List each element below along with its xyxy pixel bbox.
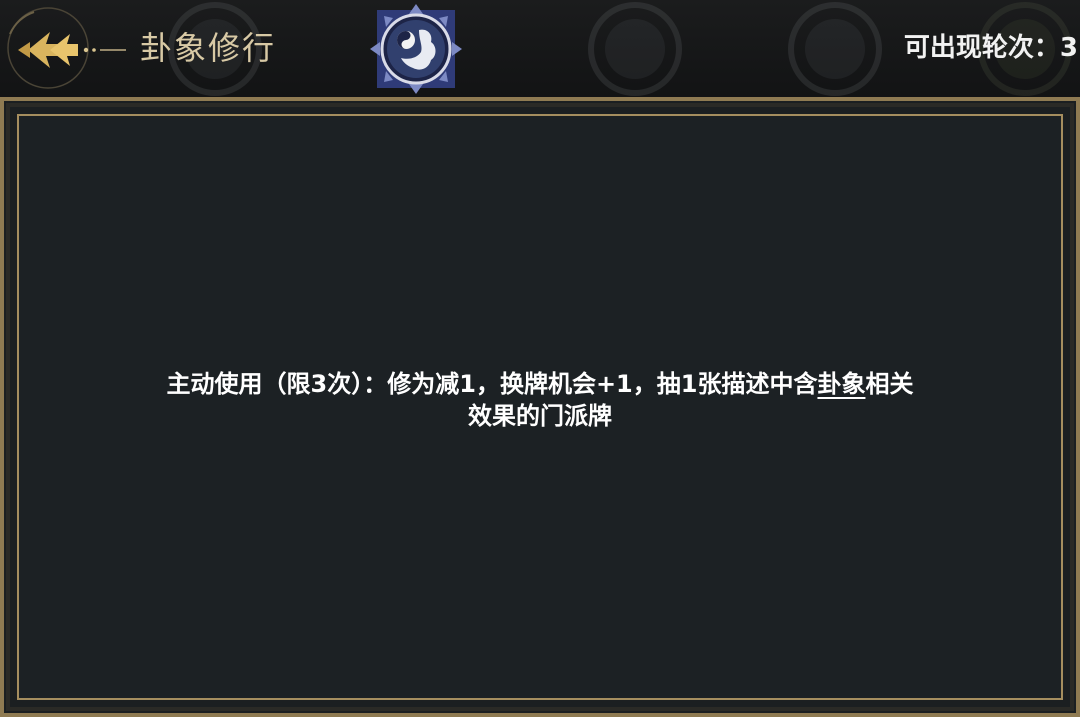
keyword-link[interactable]: 卦象 (817, 370, 865, 398)
back-button[interactable] (4, 4, 130, 92)
round-counter-label: 可出现轮次 (903, 33, 1034, 63)
description-text-2: 相关 (865, 370, 914, 398)
round-counter: 可出现轮次：3 (904, 30, 1078, 66)
page-title: 卦象修行 (140, 29, 277, 67)
faded-medallion-icon (588, 2, 682, 96)
round-counter-value: 3 (1059, 33, 1078, 63)
faded-medallion-icon (788, 2, 882, 96)
game-screen: 卦象修行 可出现轮次：3 主动使用（限3次）：修为减1，换牌机会+1，抽1张描述… (0, 0, 1080, 717)
card-detail-panel: 主动使用（限3次）：修为减1，换牌机会+1，抽1张描述中含卦象相关 效果的门派牌 (0, 97, 1080, 717)
back-arrow-icon (7, 7, 126, 89)
round-counter-separator: ： (1033, 33, 1060, 63)
top-bar: 卦象修行 可出现轮次：3 (0, 0, 1080, 98)
card-detail-frame: 主动使用（限3次）：修为减1，换牌机会+1，抽1张描述中含卦象相关 效果的门派牌 (17, 114, 1063, 700)
description-line-2: 效果的门派牌 (468, 402, 612, 430)
active-medallion-icon[interactable] (367, 2, 465, 96)
description-text-1: 主动使用（限3次）：修为减1，换牌机会+1，抽1张描述中含 (166, 370, 818, 398)
card-effect-description: 主动使用（限3次）：修为减1，换牌机会+1，抽1张描述中含卦象相关 效果的门派牌 (19, 368, 1061, 432)
description-line-1: 主动使用（限3次）：修为减1，换牌机会+1，抽1张描述中含卦象相关 (19, 368, 1061, 400)
